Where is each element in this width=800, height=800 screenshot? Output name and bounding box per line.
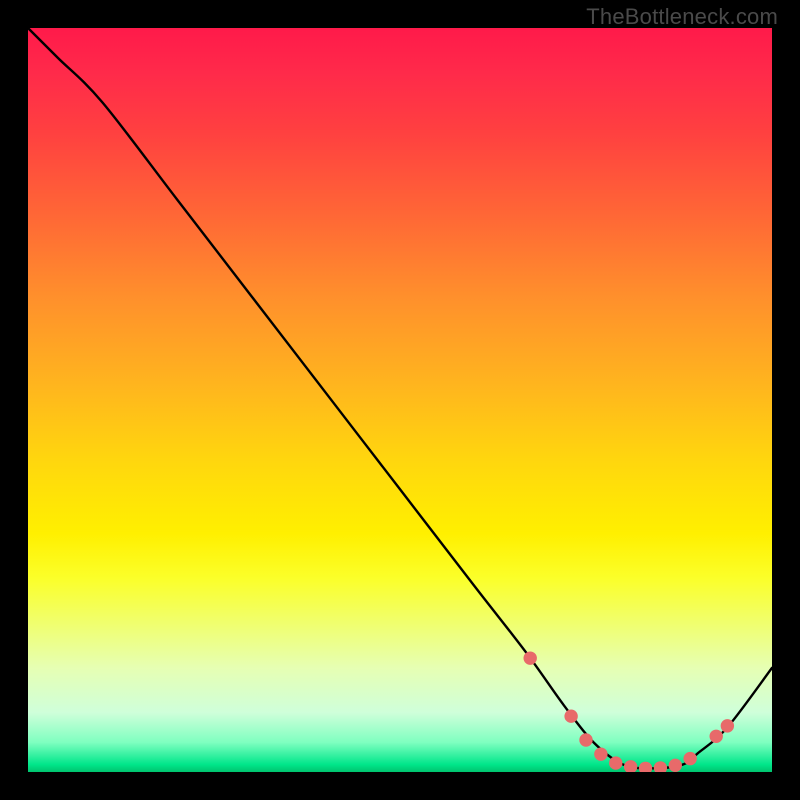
chart-marker (654, 761, 667, 772)
chart-marker (669, 759, 682, 772)
chart-marker (609, 756, 622, 769)
chart-marker (564, 710, 577, 723)
chart-plot-area (28, 28, 772, 772)
watermark-text: TheBottleneck.com (586, 4, 778, 30)
chart-marker (579, 733, 592, 746)
chart-marker (710, 730, 723, 743)
chart-marker (524, 651, 537, 664)
chart-marker (594, 747, 607, 760)
chart-marker (721, 719, 734, 732)
chart-curve (28, 28, 772, 768)
chart-markers (524, 651, 735, 772)
chart-marker (683, 752, 696, 765)
chart-marker (639, 762, 652, 772)
chart-marker (624, 760, 637, 772)
chart-svg (28, 28, 772, 772)
